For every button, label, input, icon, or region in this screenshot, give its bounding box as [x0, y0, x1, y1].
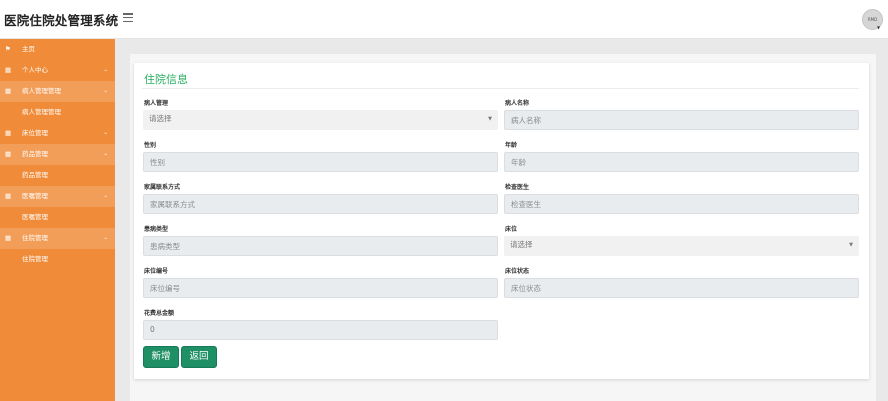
bed-select-value: 请选择	[510, 240, 533, 249]
sidebar-item-personal-center[interactable]: ▦ 个人中心 ⌄	[0, 60, 115, 81]
app-title: 医院住院处管理系统	[4, 13, 119, 28]
chevron-down-icon: ⌄	[103, 88, 108, 94]
family-contact-label: 家属联系方式	[144, 184, 181, 191]
bed-status-input[interactable]	[504, 278, 859, 298]
sidebar-item-label: 药品管理	[22, 150, 48, 158]
top-bar: 医院住院处管理系统 RMD ▼	[0, 0, 888, 39]
disease-type-input[interactable]	[143, 236, 498, 256]
sidebar-item-label: 住院管理	[22, 255, 48, 263]
back-button[interactable]: 返回	[181, 346, 217, 368]
sidebar-item-home[interactable]: ⚑ 主页	[0, 39, 115, 60]
page-title: 住院信息	[144, 73, 188, 86]
age-input[interactable]	[504, 152, 859, 172]
patient-manage-select[interactable]: 请选择 ▼	[143, 110, 498, 130]
chevron-down-icon: ⌄	[103, 130, 108, 136]
chevron-down-icon: ⌄	[103, 67, 108, 73]
age-label: 年龄	[505, 142, 518, 149]
bed-select[interactable]: 请选择 ▼	[504, 236, 859, 256]
divider	[142, 88, 859, 89]
patient-name-label: 病人名称	[505, 100, 530, 107]
sidebar-item-label: 住院管理	[22, 234, 48, 242]
patient-name-input[interactable]	[504, 110, 859, 130]
family-contact-input[interactable]	[143, 194, 498, 214]
sidebar-item-order-manage[interactable]: ▦ 医嘱管理 ⌄	[0, 186, 115, 207]
bed-status-label: 床位状态	[505, 268, 530, 275]
total-cost-input[interactable]: 0	[143, 320, 498, 340]
add-button[interactable]: 新增	[143, 346, 179, 368]
total-cost-label: 花费总金额	[144, 310, 175, 317]
bed-number-label: 床位编号	[144, 268, 169, 275]
exam-doctor-label: 检查医生	[505, 184, 530, 191]
grid-icon: ▦	[5, 87, 12, 95]
grid-icon: ▦	[5, 66, 12, 74]
gender-label: 性别	[144, 142, 157, 149]
sidebar-item-hospitalization-manage[interactable]: ▦ 住院管理 ⌄	[0, 228, 115, 249]
chevron-down-icon: ▼	[849, 242, 853, 248]
grid-icon: ▦	[5, 192, 12, 200]
exam-doctor-input[interactable]	[504, 194, 859, 214]
sidebar-item-bed-manage[interactable]: ▦ 床位管理 ⌄	[0, 123, 115, 144]
sidebar-item-label: 医嘱管理	[22, 213, 48, 221]
grid-icon: ▦	[5, 150, 12, 158]
gender-input[interactable]	[143, 152, 498, 172]
chevron-down-icon[interactable]: ▼	[877, 25, 880, 30]
patient-manage-select-value: 请选择	[149, 114, 172, 123]
bed-label: 床位	[505, 226, 518, 233]
sidebar-item-label: 医嘱管理	[22, 192, 48, 200]
form-card: 住院信息 病人管理 请选择 ▼ 病人名称 性别 年龄 家属联系方式 检查医生 患…	[134, 63, 869, 379]
flag-icon: ⚑	[5, 45, 11, 53]
disease-type-label: 患病类型	[144, 226, 169, 233]
chevron-down-icon: ⌄	[103, 151, 108, 157]
chevron-down-icon: ⌄	[103, 235, 108, 241]
sidebar-item-label: 个人中心	[22, 66, 48, 74]
grid-icon: ▦	[5, 129, 12, 137]
patient-manage-label: 病人管理	[144, 100, 169, 107]
sidebar-item-label: 主页	[22, 45, 35, 53]
sidebar-subitem-drug-manage[interactable]: 药品管理	[0, 165, 115, 186]
grid-icon: ▦	[5, 234, 12, 242]
sidebar-item-patient-manage[interactable]: ▦ 病人管理管理 ⌄	[0, 81, 115, 102]
bed-number-input[interactable]	[143, 278, 498, 298]
sidebar-subitem-hospitalization-manage[interactable]: 住院管理	[0, 249, 115, 270]
sidebar-item-label: 床位管理	[22, 129, 48, 137]
sidebar-item-label: 病人管理管理	[22, 108, 61, 116]
sidebar-item-label: 病人管理管理	[22, 87, 61, 95]
sidebar: ⚑ 主页 ▦ 个人中心 ⌄ ▦ 病人管理管理 ⌄ 病人管理管理 ▦ 床位管理 ⌄…	[0, 39, 115, 401]
chevron-down-icon: ▼	[488, 116, 492, 122]
sidebar-item-drug-manage[interactable]: ▦ 药品管理 ⌄	[0, 144, 115, 165]
sidebar-item-label: 药品管理	[22, 171, 48, 179]
sidebar-subitem-patient-manage[interactable]: 病人管理管理	[0, 102, 115, 123]
chevron-down-icon: ⌄	[103, 193, 108, 199]
hamburger-menu-icon[interactable]	[123, 13, 133, 23]
sidebar-subitem-order-manage[interactable]: 医嘱管理	[0, 207, 115, 228]
